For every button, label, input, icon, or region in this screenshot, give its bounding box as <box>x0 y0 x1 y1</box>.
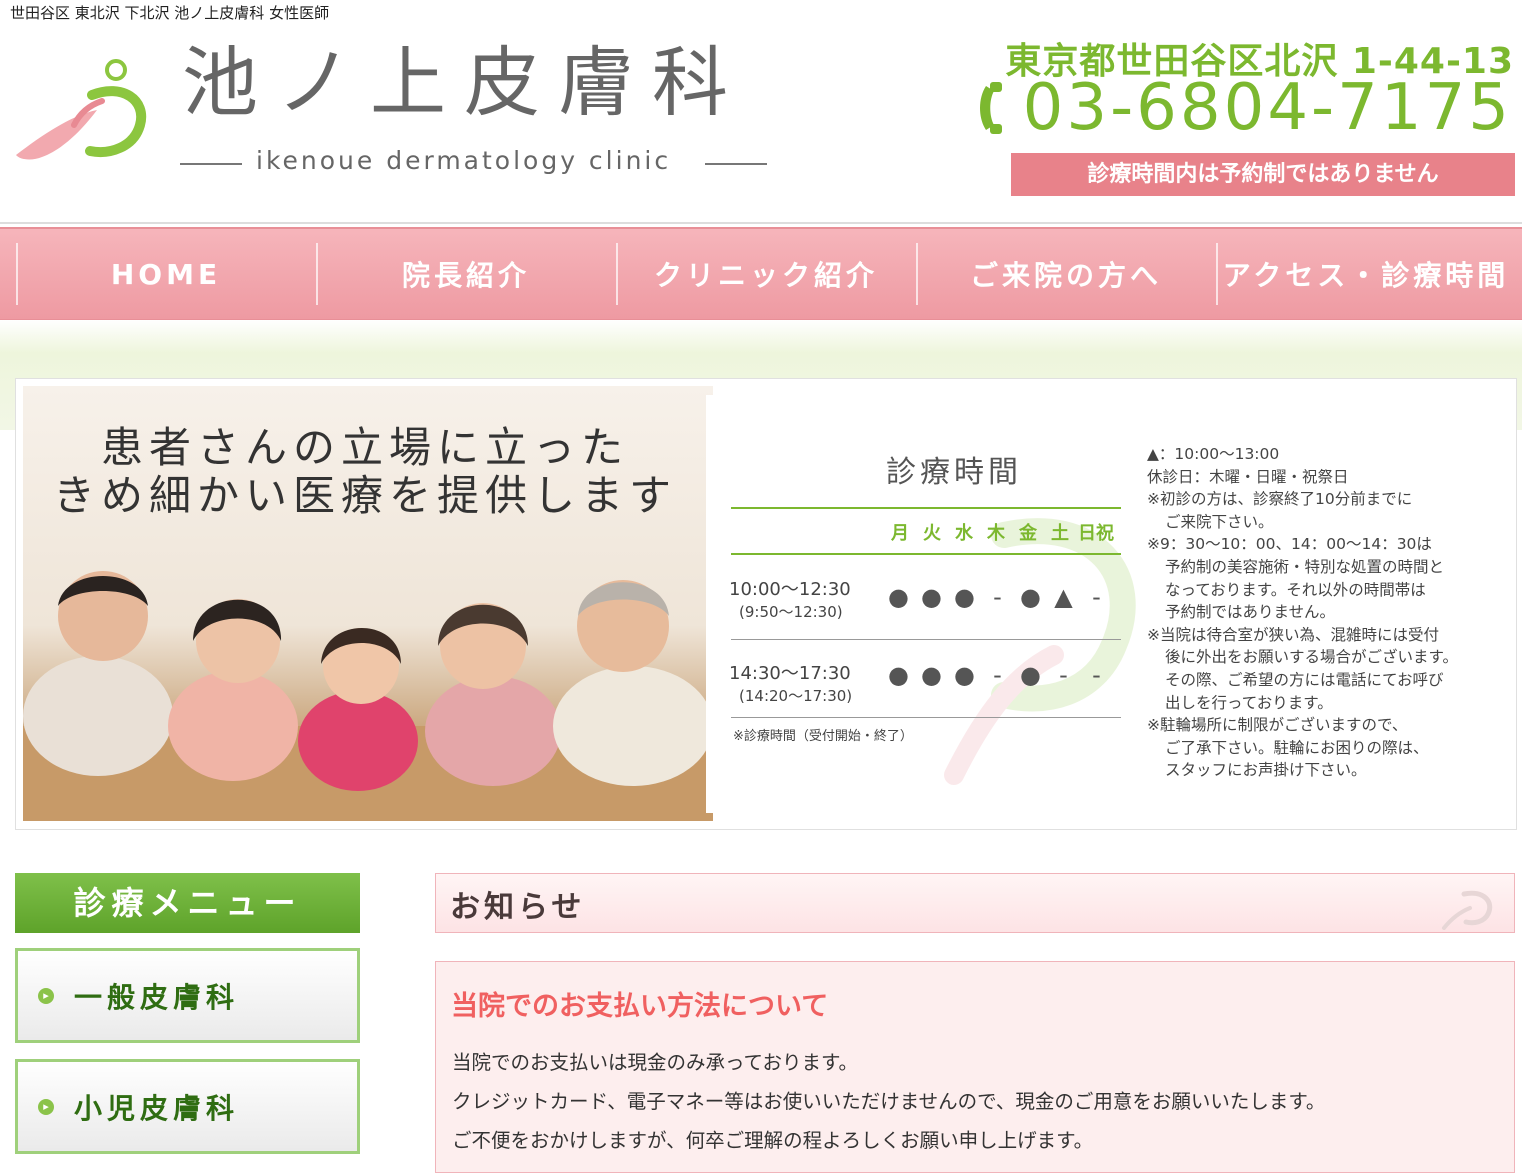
nav-item-clinic[interactable]: クリニック紹介 <box>616 229 916 319</box>
hours-days-row: 月火水木金土日祝 <box>884 519 1116 545</box>
mark: ▲ <box>1054 583 1073 611</box>
note-line: 予約制ではありません。 <box>1165 603 1336 622</box>
day-tue: 火 <box>923 523 941 544</box>
hero-catch-line-2: きめ細かい医療を提供します <box>53 471 678 520</box>
afternoon-slot-reception: (14:20～17:30) <box>739 687 853 705</box>
nav-top-rule <box>0 222 1522 224</box>
clinic-name[interactable]: 池ノ上皮膚科 <box>182 45 746 121</box>
hours-rule-days <box>731 553 1121 555</box>
mark: ● <box>921 583 942 611</box>
arrow-right-icon: ▸ <box>38 1098 54 1115</box>
nav-item-access-hours[interactable]: アクセス・診療時間 <box>1216 229 1516 319</box>
family-photo-illustration <box>23 571 713 821</box>
clinic-logo-watermark-icon <box>944 518 1136 785</box>
note-line: ※当院は待合室が狭い為、混雑時には受付 <box>1147 625 1439 644</box>
note-line: なっております。それ以外の時間帯は <box>1165 580 1426 599</box>
mark: ● <box>888 583 909 611</box>
morning-slot-time: 10:00～12:30 <box>729 579 851 600</box>
hours-footnote: ※診療時間（受付開始・終了） <box>733 729 913 744</box>
sidebar-item-label: 一般皮膚科 <box>74 980 240 1014</box>
note-line: 出しを行っております。 <box>1165 693 1333 712</box>
note-line: ▲：10:00～13:00 <box>1147 445 1280 463</box>
morning-slot-marks: ● ● ● - ● ▲ - <box>882 583 1113 611</box>
clinic-english-name: ikenoue dermatology clinic <box>256 146 672 175</box>
clinic-logo-deco-icon <box>1442 890 1493 930</box>
nav-item-director[interactable]: 院長紹介 <box>316 229 616 319</box>
day-mon: 月 <box>891 523 909 544</box>
note-line: スタッフにお声掛け下さい。 <box>1165 761 1367 780</box>
mark: - <box>1059 661 1068 689</box>
arrow-right-icon: ▸ <box>38 987 54 1004</box>
day-fri: 金 <box>1019 523 1037 544</box>
note-line: 休診日：木曜・日曜・祝祭日 <box>1147 467 1349 486</box>
hero-photo: 患者さんの立場に立った きめ細かい医療を提供します <box>23 386 713 821</box>
day-sun-holiday: 日祝 <box>1078 523 1114 544</box>
reservation-notice-banner: 診療時間内は予約制ではありません <box>1011 153 1515 196</box>
mark: ● <box>1020 583 1041 611</box>
phone-number[interactable]: 03-6804-7175 <box>1023 76 1512 140</box>
news-title: お知らせ <box>450 890 586 925</box>
news-body-line: 当院でのお支払いは現金のみ承っております。 <box>452 1051 858 1074</box>
note-line: ※駐輪場所に制限がございますので、 <box>1147 716 1408 735</box>
afternoon-slot-marks: ● ● ● - ● - - <box>882 661 1113 689</box>
mark: ● <box>954 661 975 689</box>
hours-notes: ▲：10:00～13:00 休診日：木曜・日曜・祝祭日 ※初診の方は、診察終了1… <box>1147 443 1492 782</box>
sidebar-item-general-dermatology[interactable]: ▸ 一般皮膚科 <box>15 948 360 1043</box>
day-wed: 水 <box>955 523 973 544</box>
divider-line-left <box>180 163 242 165</box>
mark: ● <box>1020 661 1041 689</box>
mark: - <box>993 583 1002 611</box>
office-hours-panel: 診療時間 月火水木金土日祝 10:00～12:30 (9:50～12:30) ●… <box>706 395 1498 813</box>
sidebar-item-pediatric-dermatology[interactable]: ▸ 小児皮膚科 <box>15 1059 360 1154</box>
nav-item-visitors[interactable]: ご来院の方へ <box>916 229 1216 319</box>
sidebar-title: 診療メニュー <box>15 873 360 933</box>
news-headline[interactable]: 当院でのお支払い方法について <box>451 984 828 1023</box>
morning-slot-reception: (9:50～12:30) <box>739 603 843 621</box>
clinic-english-name-row: ikenoue dermatology clinic <box>180 146 770 180</box>
note-line: その際、ご希望の方には電話にてお呼び <box>1165 670 1444 689</box>
hours-rule-mid <box>731 639 1121 640</box>
global-nav: HOME 院長紹介 クリニック紹介 ご来院の方へ アクセス・診療時間 <box>0 227 1522 321</box>
phone-icon <box>979 82 1002 134</box>
mark: ● <box>888 661 909 689</box>
mark: ● <box>954 583 975 611</box>
note-line: ご来院下さい。 <box>1165 512 1274 531</box>
mark: - <box>1092 583 1101 611</box>
sidebar-item-label: 小児皮膚科 <box>74 1091 240 1125</box>
note-line: 後に外出をお願いする場合がございます。 <box>1165 648 1458 667</box>
news-body-line: ご不便をおかけしますが、何卒ご理解の程よろしくお願い申し上げます。 <box>452 1129 1094 1152</box>
day-thu: 木 <box>987 523 1005 544</box>
afternoon-slot-time: 14:30～17:30 <box>729 663 851 684</box>
note-line: ※9：30～10：00、14：00～14：30は <box>1147 535 1432 554</box>
mark: ● <box>921 661 942 689</box>
news-body-line: クレジットカード、電子マネー等はお使いいただけませんので、現金のご用意をお願いい… <box>452 1090 1326 1113</box>
note-line: ご了承下さい。駐輪にお困りの際は、 <box>1165 738 1429 757</box>
news-header: お知らせ <box>435 873 1515 933</box>
hours-title: 診療時間 <box>886 455 1022 490</box>
site-tagline: 世田谷区 東北沢 下北沢 池ノ上皮膚科 女性医師 <box>10 4 330 22</box>
divider-line-right <box>705 163 767 165</box>
note-line: ※初診の方は、診察終了10分前までに <box>1147 490 1413 509</box>
note-line: 予約制の美容施術・特別な処置の時間と <box>1165 557 1445 576</box>
hours-rule-bottom <box>731 717 1121 718</box>
mark: - <box>993 661 1002 689</box>
clinic-logo-icon[interactable] <box>12 55 152 170</box>
phone-row[interactable]: 03-6804-7175 <box>976 76 1512 146</box>
hours-rule-top <box>731 507 1121 509</box>
nav-item-home[interactable]: HOME <box>16 229 316 319</box>
hero-banner: 患者さんの立場に立った きめ細かい医療を提供します 診療時間 月 火 水 木 金… <box>15 378 1517 830</box>
news-article: 当院でのお支払い方法について 当院でのお支払いは現金のみ承っております。 クレジ… <box>435 961 1515 1173</box>
day-sat: 土 <box>1051 523 1069 544</box>
mark: - <box>1092 661 1101 689</box>
